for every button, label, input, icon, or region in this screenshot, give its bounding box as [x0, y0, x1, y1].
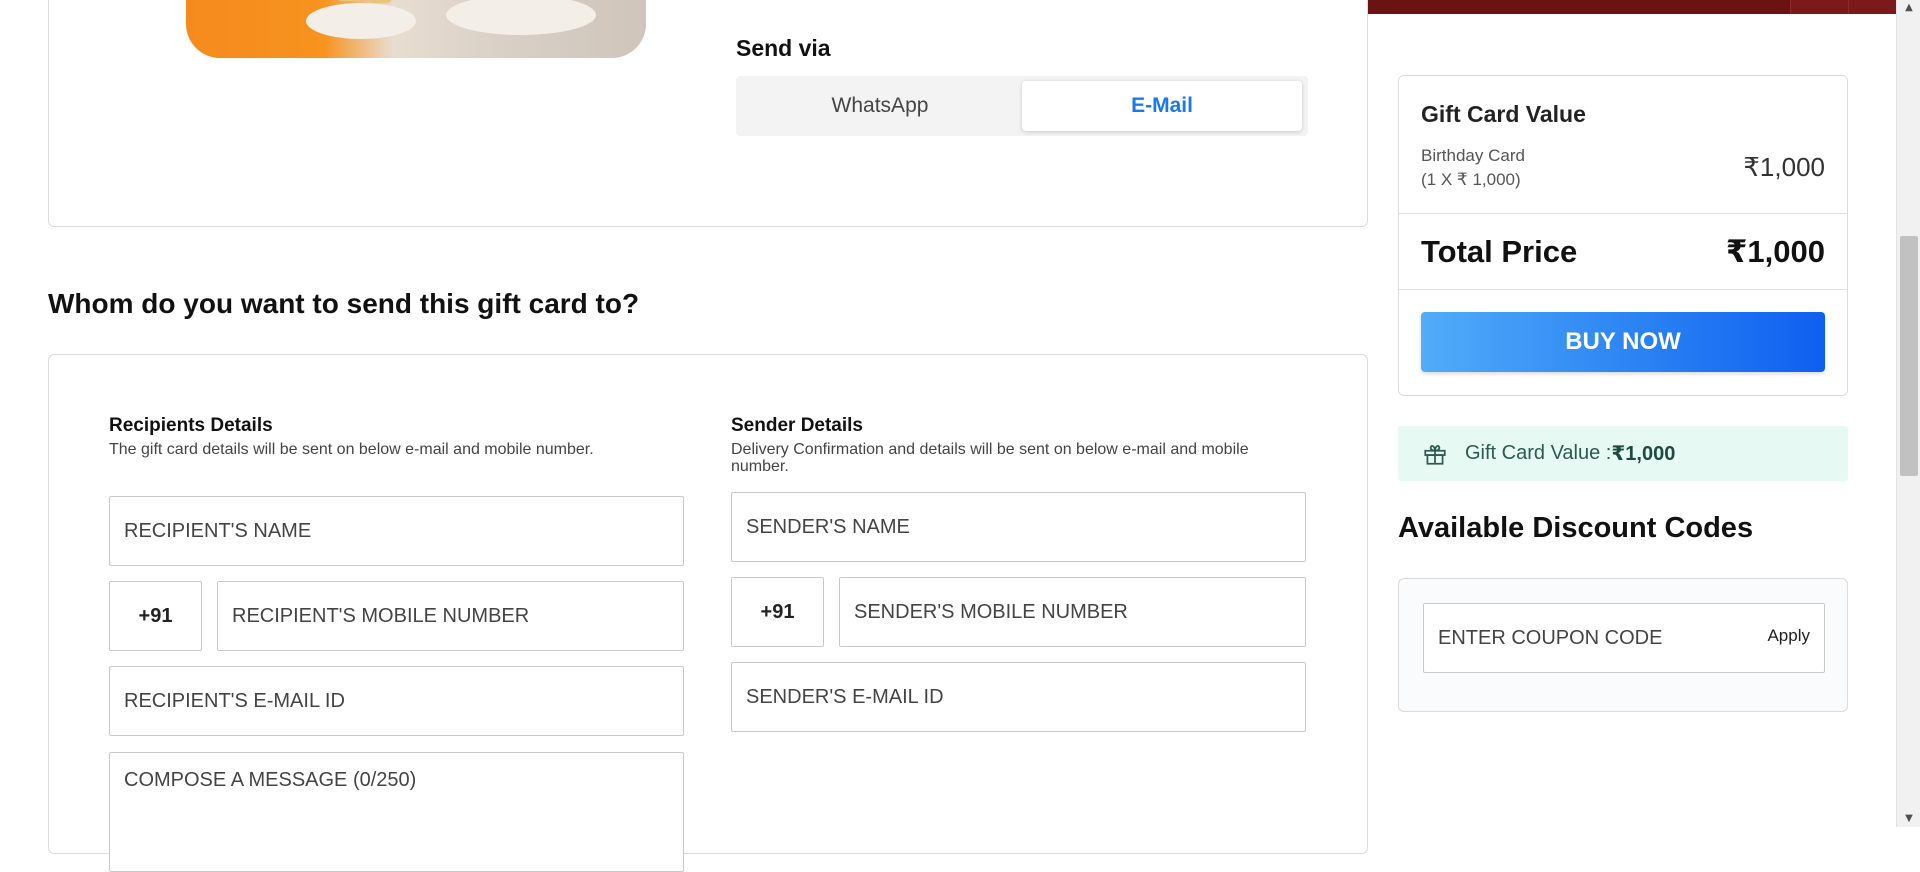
scroll-down-arrow-icon[interactable]: ▼ [1897, 811, 1920, 827]
details-form-card: Recipients Details The gift card details… [48, 354, 1368, 872]
send-via-email-option[interactable]: E-Mail [1022, 81, 1302, 131]
sender-country-code[interactable]: +91 [731, 577, 824, 647]
image-detail [446, 0, 596, 35]
send-via-toggle: WhatsApp E-Mail [736, 76, 1308, 136]
header-bar [1368, 0, 1906, 14]
coupon-code-input[interactable]: ENTER COUPON CODE Apply [1423, 603, 1825, 673]
recipient-email-field[interactable]: RECIPIENT'S E-MAIL ID [109, 666, 684, 736]
sender-mobile-field[interactable]: SENDER'S MOBILE NUMBER [839, 577, 1306, 647]
apply-coupon-button[interactable]: Apply [1767, 626, 1810, 646]
summary-item-price: ₹1,000 [1743, 152, 1825, 182]
discount-codes-heading: Available Discount Codes [1398, 512, 1754, 544]
recipient-mobile-field[interactable]: RECIPIENT'S MOBILE NUMBER [217, 581, 684, 651]
summary-divider [1399, 213, 1847, 214]
sender-details-title: Sender Details [731, 415, 863, 436]
gift-icon [1424, 444, 1446, 465]
summary-item-name: Birthday Card [1421, 146, 1525, 165]
recipient-details-subtitle: The gift card details will be sent on be… [109, 441, 594, 458]
gift-card-image [186, 0, 646, 58]
coupon-card: ENTER COUPON CODE Apply [1398, 578, 1848, 712]
order-summary-card: Gift Card Value Birthday Card (1 X ₹ 1,0… [1398, 75, 1848, 396]
gift-card-value-title: Gift Card Value [1421, 101, 1586, 127]
summary-item-calc: (1 X ₹ 1,000) [1421, 170, 1521, 189]
page-scrollbar[interactable]: ▲ ▼ [1896, 0, 1920, 827]
buy-now-button[interactable]: BUY NOW [1421, 312, 1825, 372]
image-detail [306, 3, 416, 39]
total-price-label: Total Price [1421, 234, 1578, 269]
recipient-name-field[interactable]: RECIPIENT'S NAME [109, 496, 684, 566]
message-textarea[interactable]: COMPOSE A MESSAGE (0/250) [109, 752, 684, 872]
send-via-whatsapp-option[interactable]: WhatsApp [740, 81, 1020, 131]
scroll-up-arrow-icon[interactable]: ▲ [1897, 0, 1920, 16]
scrollbar-thumb[interactable] [1900, 236, 1918, 476]
sender-name-field[interactable]: SENDER'S NAME [731, 492, 1306, 562]
recipient-details-title: Recipients Details [109, 415, 273, 436]
header-button[interactable] [1790, 0, 1848, 14]
recipient-country-code[interactable]: +91 [109, 581, 202, 651]
image-detail [336, 0, 362, 1]
sender-subtitle-line2: number. [731, 458, 789, 475]
section-heading: Whom do you want to send this gift card … [48, 288, 640, 319]
total-price-value: ₹1,000 [1725, 234, 1825, 269]
sender-details-subtitle: Delivery Confirmation and details will b… [731, 441, 1331, 475]
summary-divider [1399, 289, 1847, 290]
sender-email-field[interactable]: SENDER'S E-MAIL ID [731, 662, 1306, 732]
coupon-placeholder: ENTER COUPON CODE [1438, 626, 1663, 649]
gift-banner-value: ₹1,000 [1611, 443, 1676, 465]
sender-subtitle-line1: Delivery Confirmation and details will b… [731, 441, 1249, 458]
gift-banner-label: Gift Card Value : [1465, 442, 1612, 464]
send-via-title: Send via [736, 35, 831, 61]
gift-card-value-banner: Gift Card Value : ₹1,000 [1398, 426, 1848, 481]
